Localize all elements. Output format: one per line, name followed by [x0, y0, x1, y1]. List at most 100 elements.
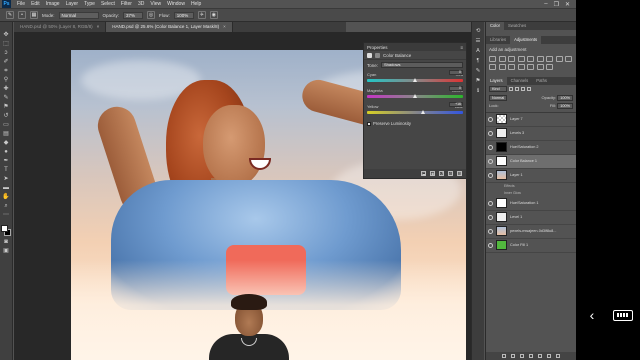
crop-tool-icon[interactable]: ⌗: [2, 68, 10, 74]
levels-icon[interactable]: [498, 56, 506, 62]
quick-mask-icon[interactable]: ◙: [2, 239, 10, 245]
tone-select[interactable]: Shadows: [381, 62, 463, 68]
fill-field[interactable]: 100%: [557, 102, 573, 109]
slider-track[interactable]: 0: [367, 70, 463, 82]
screen-mode-icon[interactable]: ▣: [2, 248, 10, 254]
exposure-icon[interactable]: [517, 56, 525, 62]
slider-knob[interactable]: [413, 94, 417, 98]
zoom-tool-icon[interactable]: ⌕: [2, 203, 10, 209]
close-icon[interactable]: ✕: [565, 1, 570, 8]
vibrance-icon[interactable]: [527, 56, 534, 62]
marquee-tool-icon[interactable]: ⬚: [2, 41, 10, 47]
photo-filter-icon[interactable]: [565, 56, 572, 62]
tab-layers[interactable]: Layers: [486, 76, 507, 85]
reset-icon[interactable]: ↺: [439, 171, 444, 176]
menu-layer[interactable]: Layer: [63, 1, 82, 7]
slider-value-field[interactable]: +16: [449, 102, 463, 107]
brush-preset-icon[interactable]: •: [18, 11, 26, 19]
pen-tool-icon[interactable]: ✒: [2, 158, 10, 164]
brush-panel-icon[interactable]: ▦: [30, 11, 38, 19]
mode-select[interactable]: Normal: [58, 11, 99, 19]
new-group-icon[interactable]: [538, 354, 542, 358]
slider-track[interactable]: 0: [367, 86, 463, 98]
tab-paths[interactable]: Paths: [532, 77, 551, 85]
visibility-icon[interactable]: ◎: [448, 171, 453, 176]
stamp-tool-icon[interactable]: ⚑: [2, 104, 10, 110]
history-brush-tool-icon[interactable]: ↺: [2, 113, 10, 119]
minimize-icon[interactable]: –: [544, 1, 547, 8]
color-lookup-icon[interactable]: [498, 63, 506, 70]
menu-help[interactable]: Help: [188, 1, 204, 7]
menu-select[interactable]: Select: [98, 1, 118, 7]
layer-row[interactable]: Layer 7: [486, 113, 576, 127]
back-chevron-icon[interactable]: ‹: [585, 308, 599, 322]
eye-icon[interactable]: [488, 228, 493, 234]
path-select-tool-icon[interactable]: ➤: [2, 176, 10, 182]
layer-row[interactable]: Color Balance 1: [486, 154, 576, 169]
brush-tool-icon[interactable]: ✎: [2, 95, 10, 101]
shape-tool-icon[interactable]: ▬: [2, 185, 10, 191]
brush-settings-icon[interactable]: ✎: [475, 68, 482, 74]
layer-row[interactable]: Level 1: [486, 211, 576, 225]
black-white-icon[interactable]: [555, 56, 563, 62]
dodge-tool-icon[interactable]: ●: [2, 149, 10, 155]
filter-shape-icon[interactable]: [527, 87, 531, 91]
layer-effect-item[interactable]: Inner Glow: [486, 190, 576, 197]
eyedropper-tool-icon[interactable]: ⚲: [2, 77, 10, 83]
brightness-icon[interactable]: [489, 56, 496, 62]
airbrush-icon[interactable]: ✈: [197, 11, 206, 19]
view-previous-icon[interactable]: ◉: [430, 171, 435, 176]
preserve-luminosity-checkbox[interactable]: [367, 121, 371, 126]
kind-filter-select[interactable]: Kind: [489, 86, 507, 92]
hand-tool-icon[interactable]: ✋: [2, 194, 10, 200]
filter-adjustment-icon[interactable]: [515, 87, 519, 91]
pressure-size-icon[interactable]: ◉: [209, 11, 218, 19]
layer-row[interactable]: pexels-mwajeen-0d3lf8u8...: [486, 225, 576, 239]
menu-3d[interactable]: 3D: [135, 1, 147, 7]
info-icon[interactable]: ℹ: [475, 88, 482, 94]
new-layer-icon[interactable]: [547, 354, 551, 358]
new-adjustment-icon[interactable]: [529, 354, 533, 358]
restore-icon[interactable]: ❐: [554, 1, 559, 8]
layer-effect-item[interactable]: Effects: [486, 183, 576, 190]
layer-row[interactable]: Levels 3: [486, 127, 576, 141]
eye-icon[interactable]: [488, 172, 493, 178]
properties-header[interactable]: Properties ≡: [364, 43, 466, 51]
gradient-map-icon[interactable]: [536, 63, 544, 70]
menu-file[interactable]: File: [14, 1, 28, 7]
hue-saturation-icon[interactable]: [536, 56, 544, 62]
tab-libraries[interactable]: Libraries: [486, 36, 510, 44]
eye-icon[interactable]: [488, 116, 493, 122]
gradient-tool-icon[interactable]: ▤: [2, 131, 10, 137]
filter-type-icon[interactable]: [521, 87, 525, 91]
properties-icon[interactable]: ☰: [475, 38, 482, 44]
menu-view[interactable]: View: [147, 1, 164, 7]
slider-value-field[interactable]: 0: [449, 70, 463, 75]
slider-knob[interactable]: [420, 110, 425, 114]
slider-track[interactable]: +16: [367, 102, 463, 114]
eye-icon[interactable]: [488, 200, 493, 206]
clip-to-layer-icon[interactable]: ⬓: [421, 171, 426, 176]
filter-pixel-icon[interactable]: [509, 87, 513, 91]
close-tab-icon[interactable]: ×: [223, 24, 226, 29]
slider-value-field[interactable]: 0: [449, 86, 463, 91]
layer-row[interactable]: Color Fill 1: [486, 239, 576, 253]
channel-mixer-icon[interactable]: [489, 63, 496, 70]
posterize-icon[interactable]: [517, 63, 525, 70]
history-icon[interactable]: ⟲: [475, 28, 482, 34]
more-tools-icon[interactable]: ⋯: [2, 212, 10, 218]
eye-icon[interactable]: [488, 144, 493, 150]
preserve-luminosity-row[interactable]: Preserve Luminosity: [364, 118, 466, 129]
curves-icon[interactable]: [508, 56, 515, 62]
menu-image[interactable]: Image: [43, 1, 63, 7]
flow-field[interactable]: 100%: [173, 11, 194, 19]
move-tool-icon[interactable]: ✥: [2, 32, 10, 38]
invert-icon[interactable]: [508, 63, 515, 70]
eye-icon[interactable]: [488, 214, 493, 220]
eye-icon[interactable]: [488, 130, 493, 136]
healing-tool-icon[interactable]: ✚: [2, 86, 10, 92]
character-icon[interactable]: A: [475, 48, 482, 54]
paragraph-icon[interactable]: ¶: [475, 58, 482, 64]
opacity-field[interactable]: 37%: [123, 11, 144, 19]
tab-swatches[interactable]: Swatches: [504, 22, 530, 30]
